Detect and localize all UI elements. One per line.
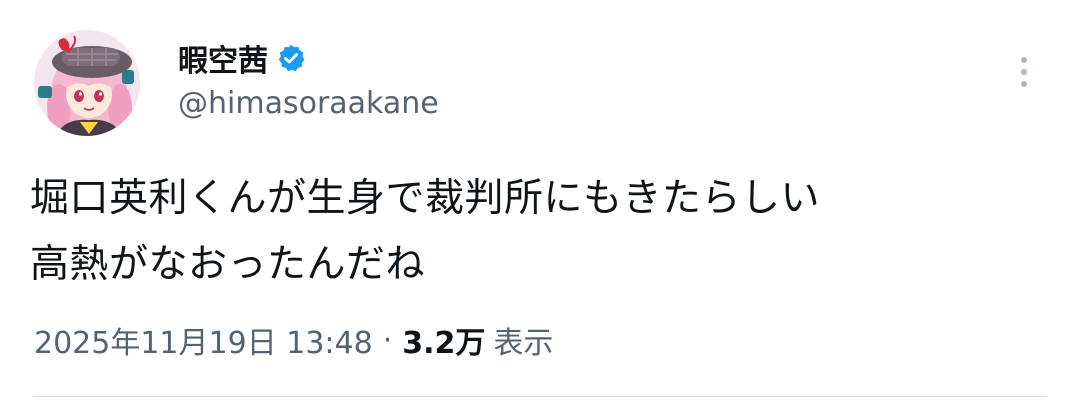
anime-avatar-icon [34, 30, 140, 136]
meta-separator: · [382, 322, 393, 358]
view-label: 表示 [493, 326, 554, 361]
view-count: 3.2万 [402, 326, 486, 361]
tweet-text: 堀口英利くんが生身で裁判所にもきたらしい 高熱がなおったんだね [30, 176, 821, 287]
author-name-row: 暇空茜 [178, 36, 306, 80]
more-options-icon [1021, 57, 1027, 87]
more-options-button[interactable] [1008, 50, 1040, 94]
verified-badge-icon [276, 43, 306, 73]
tweet-card: 暇空茜 @himasoraakane 堀口英利くんが生身で裁判所にもきたらしい … [0, 0, 1080, 408]
author-handle[interactable]: @himasoraakane [178, 86, 439, 121]
tweet-meta: 2025年11月19日 13:48 · 3.2万 表示 [34, 318, 553, 362]
tweet-timestamp[interactable]: 2025年11月19日 13:48 [34, 318, 373, 362]
author-display-name[interactable]: 暇空茜 [178, 36, 268, 80]
divider [34, 396, 1046, 397]
author-avatar[interactable] [34, 30, 140, 136]
